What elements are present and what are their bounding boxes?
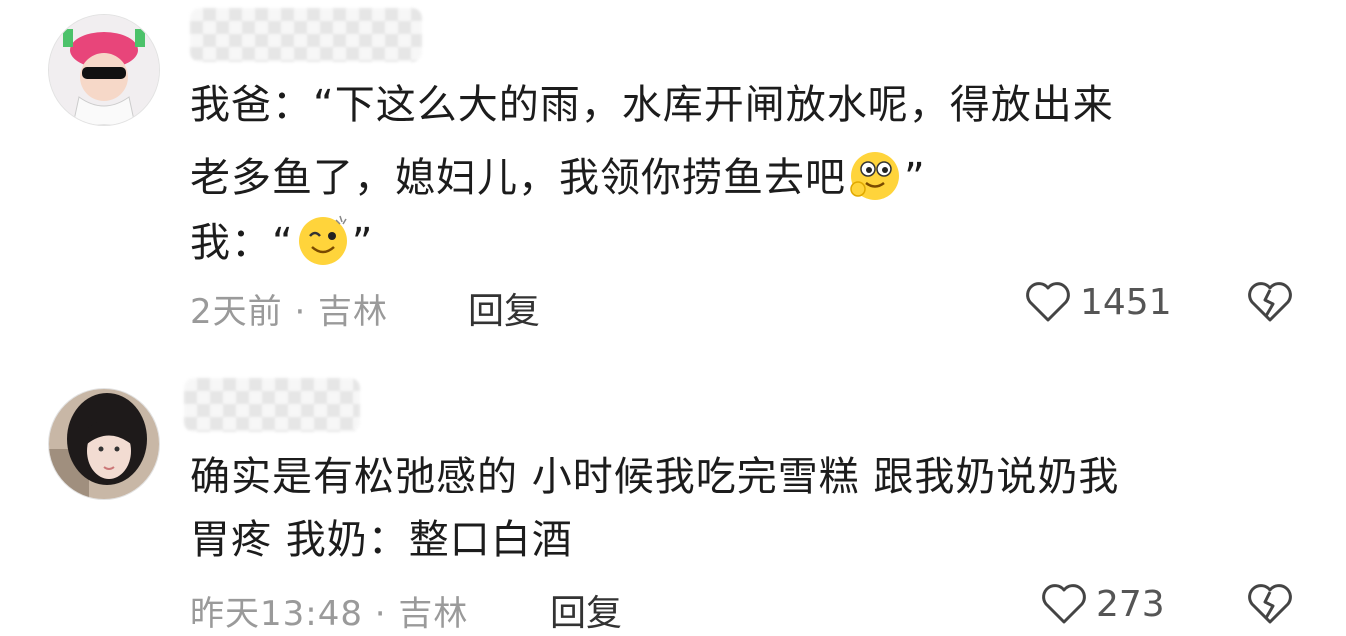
emoji-icon: [846, 145, 904, 203]
comment-text-segment: 我：“: [190, 220, 294, 266]
comment-meta: 2天前 · 吉林: [190, 292, 389, 332]
comment-text-segment: ”: [351, 220, 374, 266]
like-count: 273: [1096, 583, 1165, 625]
comment-text-line-1: 我爸：“下这么大的雨，水库开闸放水呢，得放出来: [190, 82, 1114, 128]
username-blurred[interactable]: [184, 378, 360, 432]
dislike-button[interactable]: [1246, 280, 1294, 328]
comment-text-line-2: 老多鱼了，媳妇儿，我领你捞鱼去吧 ”: [190, 145, 926, 203]
comment-text-line-3: 我：“ ”: [190, 210, 373, 268]
comment-item: 确实是有松弛感的 小时候我吃完雪糕 跟我奶说奶我 胃疼 我奶：整口白酒 昨天13…: [0, 340, 1346, 636]
broken-heart-icon: [1248, 282, 1292, 322]
user-avatar[interactable]: [48, 14, 160, 126]
comment-text-segment: ”: [904, 155, 926, 201]
reply-button[interactable]: 回复: [468, 282, 540, 334]
broken-heart-icon: [1248, 584, 1292, 624]
avatar-icon: [49, 389, 159, 499]
emoji-icon: [294, 210, 352, 268]
comment-meta: 昨天13:48 · 吉林: [190, 594, 469, 634]
heart-icon: [1042, 584, 1086, 624]
comment-text-line-1: 确实是有松弛感的 小时候我吃完雪糕 跟我奶说奶我: [190, 454, 1120, 500]
comment-text-line-2: 胃疼 我奶：整口白酒: [190, 517, 573, 563]
username-blurred[interactable]: [190, 8, 422, 62]
comment-item: 我爸：“下这么大的雨，水库开闸放水呢，得放出来 老多鱼了，媳妇儿，我领你捞鱼去吧…: [0, 0, 1346, 340]
dislike-button[interactable]: [1246, 582, 1294, 630]
like-button[interactable]: 273: [1040, 582, 1165, 626]
heart-icon: [1026, 282, 1070, 322]
like-button[interactable]: 1451: [1024, 280, 1172, 324]
user-avatar[interactable]: [48, 388, 160, 500]
avatar-icon: [49, 15, 159, 125]
comment-text-segment: 老多鱼了，媳妇儿，我领你捞鱼去吧: [190, 155, 846, 201]
reply-button[interactable]: 回复: [550, 584, 622, 636]
like-count: 1451: [1080, 281, 1172, 323]
